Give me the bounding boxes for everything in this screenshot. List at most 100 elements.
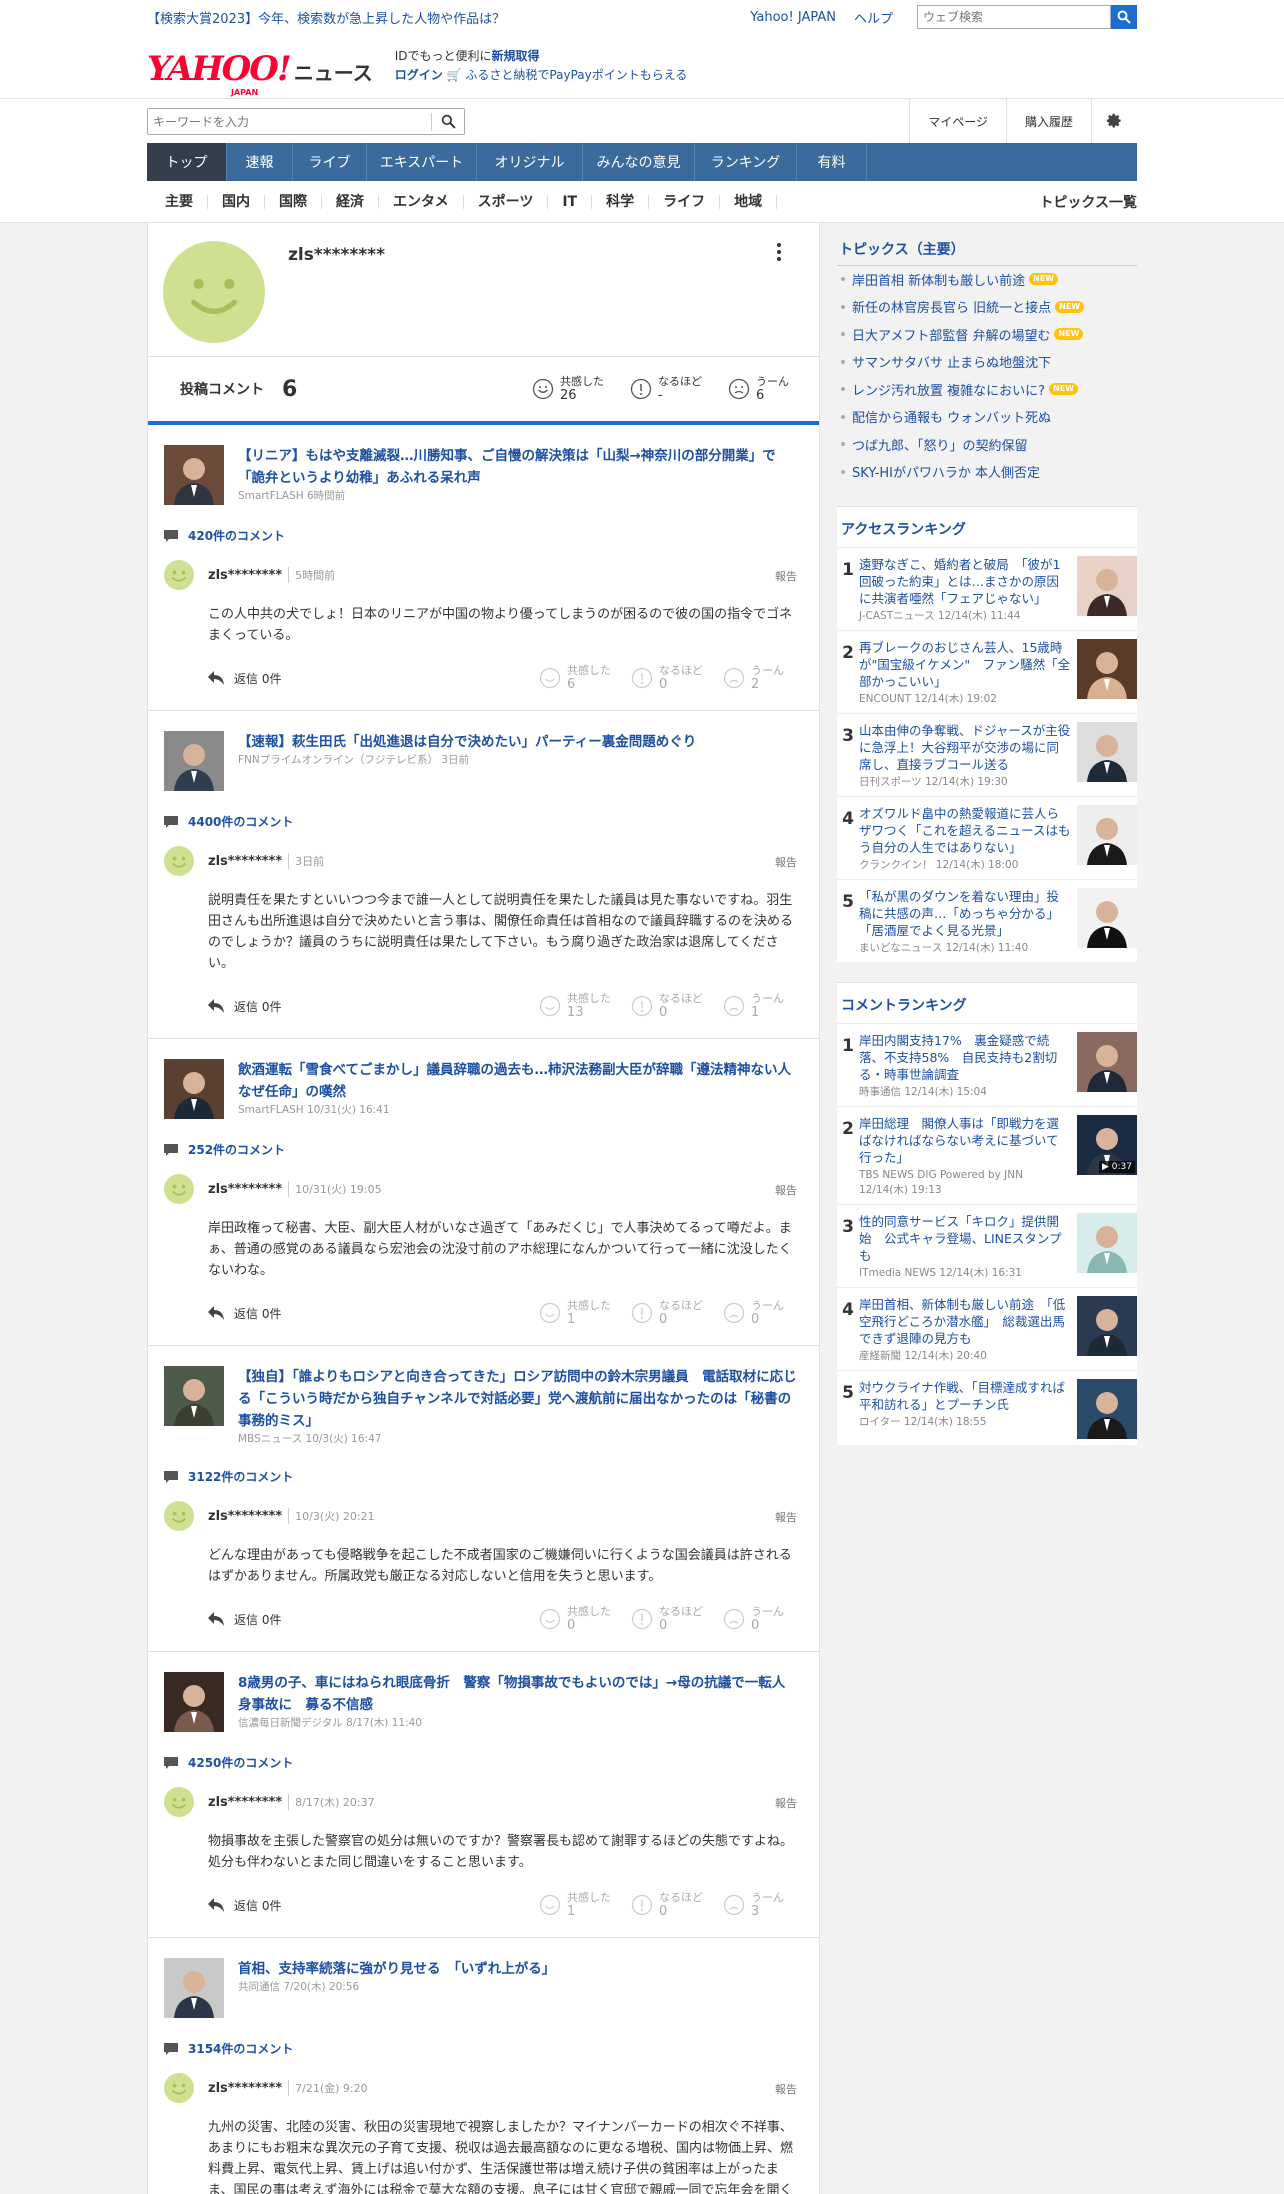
naruhodo-button[interactable]: なるほど 0 (631, 1605, 705, 1633)
subnav-item-1[interactable]: 国内 (208, 195, 265, 209)
naruhodo-button[interactable]: なるほど 0 (631, 1891, 705, 1919)
naruhodo-button[interactable]: なるほど 0 (631, 664, 705, 692)
subnav-item-6[interactable]: IT (548, 195, 593, 209)
report-link[interactable]: 報告 (775, 854, 797, 870)
report-link[interactable]: 報告 (775, 2081, 797, 2097)
mypage-link[interactable]: マイページ (909, 99, 1006, 144)
uun-button[interactable]: うーん 1 (723, 992, 797, 1020)
purchase-history-link[interactable]: 購入履歴 (1005, 99, 1091, 144)
topic-item[interactable]: サマンサタバサ 止まらぬ地盤沈下 (837, 349, 1137, 376)
ranking-item[interactable]: 4 オズワルド畠中の熱愛報道に芸人らザワつく「これを超えるニュースはもう自分の人… (837, 796, 1137, 879)
reply-button[interactable]: 返信 0件 (208, 1611, 281, 1628)
ranking-item[interactable]: 5 「私が黒のダウンを着ない理由」投稿に共感の声…「めっちゃ分かる」「居酒屋でよ… (837, 879, 1137, 962)
naruhodo-button[interactable]: なるほど 0 (631, 992, 705, 1020)
tab-3[interactable]: エキスパート (367, 143, 477, 181)
article-link[interactable]: 8歳男の子、車にはねられ眼底骨折 警察「物損事故でもよいのでは」→母の抗議で一転… (164, 1672, 797, 1732)
subnav-item-2[interactable]: 国際 (265, 195, 322, 209)
report-link[interactable]: 報告 (775, 1182, 797, 1198)
subnav-item-9[interactable]: 地域 (720, 195, 778, 209)
topic-item[interactable]: SKY-HIがパワハラか 本人側否定 (837, 459, 1137, 486)
article-title[interactable]: 【独自】「誰よりもロシアと向き合ってきた」ロシア訪問中の鈴木宗男議員 電話取材に… (238, 1366, 797, 1432)
login-link[interactable]: ログイン (395, 68, 443, 82)
report-link[interactable]: 報告 (775, 1509, 797, 1525)
yahoo-japan-link[interactable]: Yahoo! JAPAN (750, 10, 836, 25)
topics-list-link[interactable]: トピックス一覧 (1039, 192, 1137, 212)
subnav-item-8[interactable]: ライフ (649, 195, 721, 209)
topic-item[interactable]: 岸田首相 新体制も厳しい前途 NEW (837, 266, 1137, 294)
username[interactable]: zls******** (208, 568, 282, 583)
tab-2[interactable]: ライブ (293, 143, 367, 181)
tab-5[interactable]: みんなの意見 (583, 143, 695, 181)
uun-button[interactable]: うーん 2 (723, 664, 797, 692)
empathy-button[interactable]: 共感した 13 (539, 992, 613, 1020)
more-menu-icon[interactable] (775, 241, 783, 263)
article-title[interactable]: 8歳男の子、車にはねられ眼底骨折 警察「物損事故でもよいのでは」→母の抗議で一転… (238, 1672, 797, 1716)
promo-link[interactable]: 【検索大賞2023】今年、検索数が急上昇した人物や作品は？ (147, 8, 505, 27)
comment-count-link[interactable]: 420件のコメント (164, 527, 797, 544)
uun-button[interactable]: うーん 0 (723, 1299, 797, 1327)
ranking-item[interactable]: 4 岸田首相、新体制も厳しい前途 「低空飛行どころか潜水艦」 総裁選出馬できず退… (837, 1287, 1137, 1370)
topic-item[interactable]: つば九郎、「怒り」の契約保留 (837, 431, 1137, 459)
keyword-search-button[interactable] (432, 109, 464, 134)
article-title[interactable]: 飲酒運転「雪食べてごまかし」議員辞職の過去も…柿沢法務副大臣が辞職「遵法精神ない… (238, 1059, 797, 1103)
ranking-item[interactable]: 2 再ブレークのおじさん芸人、15歳時が"国宝級イケメン" ファン騒然「全部かっ… (837, 630, 1137, 713)
subnav-item-3[interactable]: 経済 (322, 195, 379, 209)
empathy-button[interactable]: 共感した 1 (539, 1891, 613, 1919)
topic-item[interactable]: 日大アメフト部監督 弁解の場望む NEW (837, 321, 1137, 349)
reply-button[interactable]: 返信 0件 (208, 1897, 281, 1914)
article-link[interactable]: 【リニア】もはや支離滅裂…川勝知事、ご自慢の解決策は「山梨→神奈川の部分開業」で… (164, 445, 797, 505)
article-title[interactable]: 【速報】萩生田氏「出処進退は自分で決めたい」パーティー裏金問題めぐり (238, 731, 696, 753)
ranking-item[interactable]: 3 山本由伸の争奪戦、ドジャースが主役に急浮上！大谷翔平が交渉の場に同席し、直接… (837, 713, 1137, 796)
report-link[interactable]: 報告 (775, 568, 797, 584)
tab-0[interactable]: トップ (147, 143, 227, 181)
tab-1[interactable]: 速報 (227, 143, 293, 181)
empathy-button[interactable]: 共感した 0 (539, 1605, 613, 1633)
empathy-button[interactable]: 共感した 6 (539, 664, 613, 692)
topic-item[interactable]: レンジ汚れ放置 複雑なにおいに? NEW (837, 376, 1137, 404)
topic-item[interactable]: 配信から通報も ウォンバット死ぬ (837, 404, 1137, 431)
comment-count-link[interactable]: 3122件のコメント (164, 1468, 797, 1485)
ranking-item[interactable]: 1 岸田内閣支持17% 裏金疑惑で続落、不支持58% 自民支持も2割切る・時事世… (837, 1023, 1137, 1106)
article-title[interactable]: 首相、支持率続落に強がり見せる 「いずれ上がる」 (238, 1958, 555, 1980)
signup-link[interactable]: 新規取得 (492, 49, 540, 63)
username[interactable]: zls******** (208, 1182, 282, 1197)
subnav-item-0[interactable]: 主要 (147, 195, 208, 209)
article-title[interactable]: 【リニア】もはや支離滅裂…川勝知事、ご自慢の解決策は「山梨→神奈川の部分開業」で… (238, 445, 797, 489)
web-search-button[interactable] (1111, 5, 1137, 29)
topic-item[interactable]: 新任の林官房長官ら 旧統一と接点 NEW (837, 294, 1137, 321)
subnav-item-5[interactable]: スポーツ (464, 195, 549, 209)
username[interactable]: zls******** (208, 1509, 282, 1524)
keyword-input[interactable] (148, 109, 431, 134)
comment-count-link[interactable]: 4250件のコメント (164, 1754, 797, 1771)
ranking-item[interactable]: 5 対ウクライナ作戦、「目標達成すれば平和訪れる」とプーチン氏 ロイター 12/1… (837, 1370, 1137, 1445)
reply-button[interactable]: 返信 0件 (208, 670, 281, 687)
uun-button[interactable]: うーん 3 (723, 1891, 797, 1919)
help-link[interactable]: ヘルプ (854, 8, 893, 27)
empathy-button[interactable]: 共感した 1 (539, 1299, 613, 1327)
comment-count-link[interactable]: 252件のコメント (164, 1141, 797, 1158)
reply-button[interactable]: 返信 0件 (208, 998, 281, 1015)
article-link[interactable]: 首相、支持率続落に強がり見せる 「いずれ上がる」 共同通信 7/20(木) 20:… (164, 1958, 797, 2018)
ranking-item[interactable]: 3 性的同意サービス「キロク」提供開始 公式キャラ登場、LINEスタンプも ITm… (837, 1204, 1137, 1287)
article-link[interactable]: 【独自】「誰よりもロシアと向き合ってきた」ロシア訪問中の鈴木宗男議員 電話取材に… (164, 1366, 797, 1446)
username[interactable]: zls******** (208, 2081, 282, 2096)
article-link[interactable]: 飲酒運転「雪食べてごまかし」議員辞職の過去も…柿沢法務副大臣が辞職「遵法精神ない… (164, 1059, 797, 1119)
tab-6[interactable]: ランキング (695, 143, 797, 181)
tab-4[interactable]: オリジナル (477, 143, 583, 181)
report-link[interactable]: 報告 (775, 1795, 797, 1811)
settings-button[interactable] (1091, 99, 1137, 144)
tab-7[interactable]: 有料 (797, 143, 867, 181)
reply-button[interactable]: 返信 0件 (208, 1305, 281, 1322)
comment-count-link[interactable]: 3154件のコメント (164, 2040, 797, 2057)
yahoo-news-logo[interactable]: YAHOO! JAPAN ニュース (147, 46, 373, 97)
comment-count-link[interactable]: 4400件のコメント (164, 813, 797, 830)
subnav-item-4[interactable]: エンタメ (379, 195, 464, 209)
username[interactable]: zls******** (208, 1795, 282, 1810)
web-search-input[interactable] (917, 5, 1111, 29)
username[interactable]: zls******** (208, 854, 282, 869)
naruhodo-button[interactable]: なるほど 0 (631, 1299, 705, 1327)
ranking-item[interactable]: 1 遠野なぎこ、婚約者と破局 「彼が1回破った約束」とは…まさかの原因に共演者唖… (837, 547, 1137, 630)
article-link[interactable]: 【速報】萩生田氏「出処進退は自分で決めたい」パーティー裏金問題めぐり FNNプライ… (164, 731, 797, 791)
ranking-item[interactable]: 2 岸田総理 閣僚人事は「即戦力を選ばなければならない考えに基づいて行った」 TB… (837, 1106, 1137, 1204)
subnav-item-7[interactable]: 科学 (592, 195, 650, 209)
